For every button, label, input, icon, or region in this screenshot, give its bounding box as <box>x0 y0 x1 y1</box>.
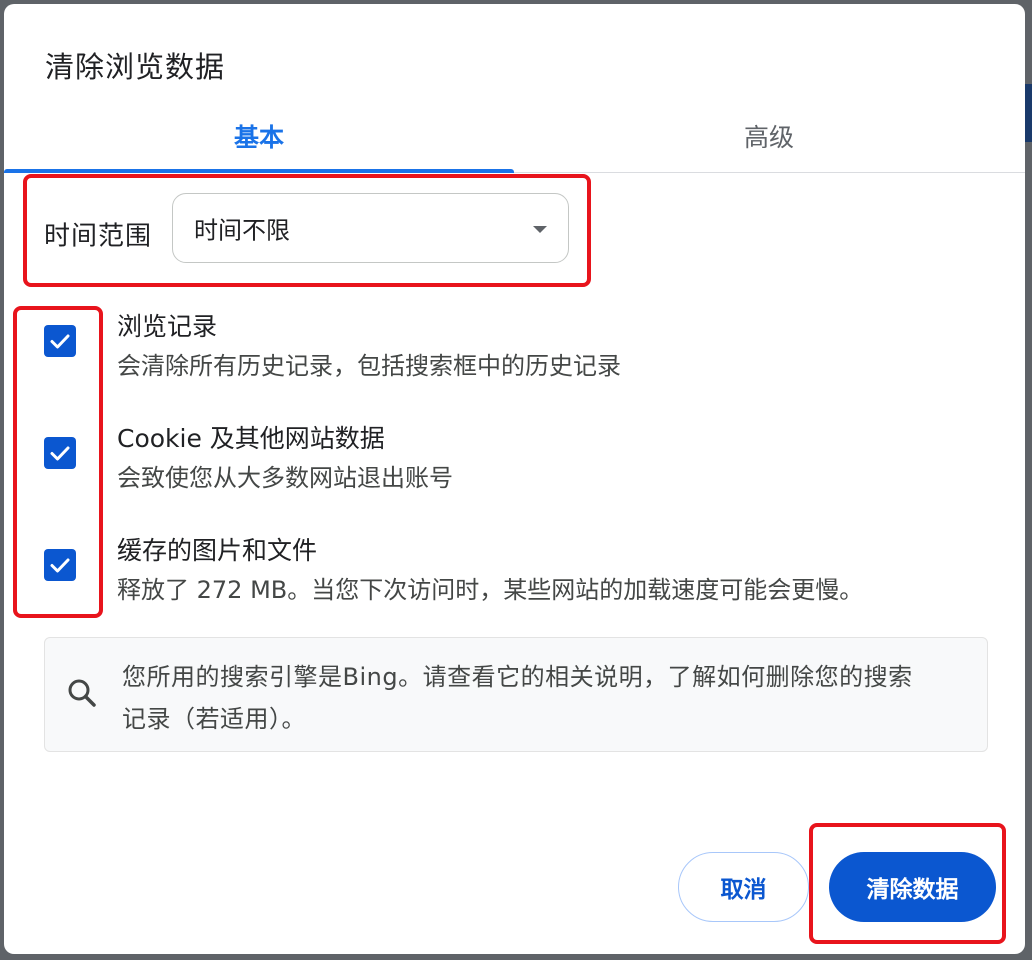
backdrop-edge <box>1024 84 1032 142</box>
item-title-cookies: Cookie 及其他网站数据 <box>117 424 385 453</box>
dropdown-arrow-icon <box>533 226 547 233</box>
item-desc-browsing-history: 会清除所有历史记录，包括搜索框中的历史记录 <box>117 352 621 380</box>
tab-basic[interactable]: 基本 <box>4 100 514 173</box>
clear-data-button[interactable]: 清除数据 <box>829 852 996 922</box>
search-engine-info: 您所用的搜索引擎是Bing。请查看它的相关说明，了解如何删除您的搜索 记录（若适… <box>44 637 988 752</box>
tab-bar: 基本 高级 <box>4 100 1025 173</box>
item-title-browsing-history: 浏览记录 <box>117 312 218 341</box>
checkmark-icon <box>50 446 70 461</box>
checkbox-cached-images[interactable] <box>44 549 76 581</box>
time-range-label: 时间范围 <box>44 221 153 252</box>
time-range-select[interactable]: 时间不限 <box>172 193 569 263</box>
item-desc-cached-images: 释放了 272 MB。当您下次访问时，某些网站的加载速度可能会更慢。 <box>117 576 864 604</box>
checkmark-icon <box>50 334 70 349</box>
search-engine-info-text: 您所用的搜索引擎是Bing。请查看它的相关说明，了解如何删除您的搜索 记录（若适… <box>122 656 972 740</box>
dialog-title: 清除浏览数据 <box>45 50 226 84</box>
info-line-2: 记录（若适用）。 <box>122 705 306 733</box>
search-icon <box>65 676 99 714</box>
item-desc-cookies: 会致使您从大多数网站退出账号 <box>117 464 453 492</box>
checkmark-icon <box>50 558 70 573</box>
checkbox-browsing-history[interactable] <box>44 325 76 357</box>
item-title-cached-images: 缓存的图片和文件 <box>117 536 318 565</box>
clear-browsing-data-dialog: 清除浏览数据 基本 高级 时间范围 时间不限 浏览记录 会清除所有历史记录，包括… <box>4 4 1025 954</box>
tab-advanced[interactable]: 高级 <box>514 100 1024 172</box>
checkbox-cookies[interactable] <box>44 437 76 469</box>
cancel-button[interactable]: 取消 <box>678 852 809 922</box>
time-range-value: 时间不限 <box>194 216 290 245</box>
info-line-1: 您所用的搜索引擎是Bing。请查看它的相关说明，了解如何删除您的搜索 <box>122 663 913 691</box>
